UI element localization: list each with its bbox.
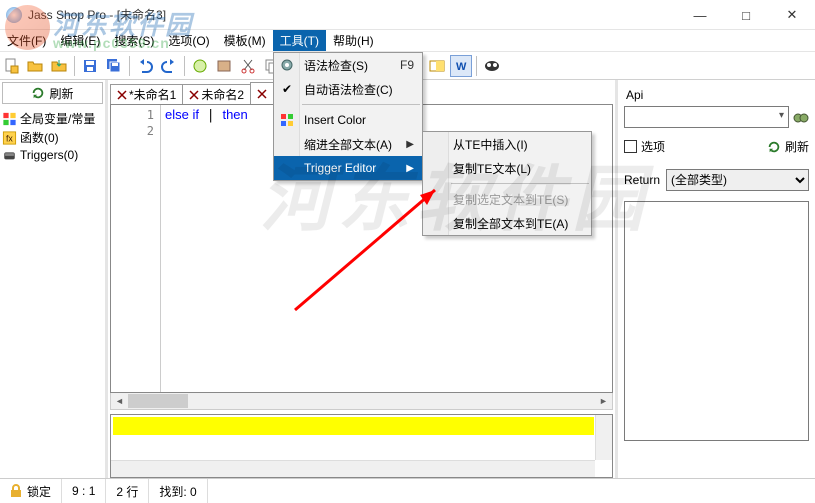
menu-search[interactable]: 搜索(S) <box>107 30 161 51</box>
palette-icon <box>278 111 296 129</box>
api-listbox[interactable] <box>624 201 809 441</box>
help-button[interactable] <box>481 55 503 77</box>
submenu-copy-all-to-te[interactable]: 复制全部文本到TE(A) <box>423 211 591 235</box>
refresh-icon <box>31 86 45 100</box>
output-vscroll[interactable] <box>595 415 612 460</box>
api-combo[interactable]: ▾ <box>624 106 789 128</box>
left-tree[interactable]: 全局变量/常量 fx 函数(0) Triggers(0) <box>0 106 105 478</box>
lock-icon <box>10 484 22 498</box>
status-position: 9 : 1 <box>62 479 106 503</box>
menu-syntax-check[interactable]: 语法检查(S) F9 <box>274 53 422 77</box>
menu-help[interactable]: 帮助(H) <box>326 30 381 51</box>
tool-a-button[interactable] <box>189 55 211 77</box>
tree-triggers[interactable]: Triggers(0) <box>2 147 103 163</box>
return-type-select[interactable]: (全部类型) <box>666 169 809 191</box>
checkbox-icon <box>624 140 637 153</box>
tab-close-icon[interactable] <box>189 90 199 100</box>
menu-indent-all[interactable]: 缩进全部文本(A) ▶ <box>274 132 422 156</box>
binoculars-icon[interactable] <box>793 109 809 125</box>
output-hscroll[interactable] <box>111 460 595 477</box>
option-checkbox[interactable]: 选项 <box>624 138 665 155</box>
status-lines: 2 行 <box>106 479 149 503</box>
tool-b-button[interactable] <box>213 55 235 77</box>
submenu-arrow-icon: ▶ <box>406 139 414 150</box>
minimize-button[interactable]: — <box>677 0 723 30</box>
open-file-button[interactable] <box>24 55 46 77</box>
menu-trigger-editor[interactable]: Trigger Editor ▶ <box>274 156 422 180</box>
menu-template[interactable]: 模板(M) <box>217 30 273 51</box>
maximize-button[interactable]: □ <box>723 0 769 30</box>
svg-text:W: W <box>456 61 467 73</box>
menu-auto-syntax[interactable]: ✔ 自动语法检查(C) <box>274 77 422 101</box>
tree-globals[interactable]: 全局变量/常量 <box>2 109 103 128</box>
api-label: Api <box>626 88 809 102</box>
title-bar: Jass Shop Pro - [未命名3] — □ ✕ <box>0 0 815 30</box>
menu-tools[interactable]: 工具(T) <box>273 30 326 51</box>
window-title: Jass Shop Pro - [未命名3] <box>28 6 166 23</box>
submenu-insert-from-te[interactable]: 从TE中插入(I) <box>423 132 591 156</box>
redo-button[interactable] <box>158 55 180 77</box>
status-found: 找到: 0 <box>149 479 207 503</box>
editor-hscroll[interactable]: ◄ ► <box>110 393 613 410</box>
menu-file[interactable]: 文件(F) <box>0 30 53 51</box>
tab-2[interactable]: 未命名2 <box>182 84 251 104</box>
scroll-thumb[interactable] <box>128 394 188 408</box>
check-icon: ✔ <box>278 80 296 98</box>
right-panel: Api ▾ 选项 刷新 Return (全部类型) <box>615 80 815 478</box>
close-button[interactable]: ✕ <box>769 0 815 30</box>
status-lock: 锁定 <box>0 479 62 503</box>
return-label: Return <box>624 173 660 187</box>
globals-icon <box>2 112 17 126</box>
scroll-left-button[interactable]: ◄ <box>111 393 128 409</box>
tools-menu: 语法检查(S) F9 ✔ 自动语法检查(C) Insert Color 缩进全部… <box>273 52 423 181</box>
import-button[interactable] <box>48 55 70 77</box>
tab-1[interactable]: *未命名1 <box>110 84 183 104</box>
left-refresh-label: 刷新 <box>49 85 73 102</box>
trigger-editor-submenu: 从TE中插入(I) 复制TE文本(L) 复制选定文本到TE(S) 复制全部文本到… <box>422 131 592 236</box>
svg-text:fx: fx <box>6 133 13 143</box>
new-file-button[interactable] <box>0 55 22 77</box>
tree-functions[interactable]: fx 函数(0) <box>2 128 103 147</box>
cut-button[interactable] <box>237 55 259 77</box>
tab-close-icon[interactable] <box>257 89 267 99</box>
submenu-copy-te-text[interactable]: 复制TE文本(L) <box>423 156 591 180</box>
undo-button[interactable] <box>134 55 156 77</box>
right-refresh-button[interactable]: 刷新 <box>767 138 809 155</box>
save-button[interactable] <box>79 55 101 77</box>
submenu-copy-sel-to-te: 复制选定文本到TE(S) <box>423 187 591 211</box>
triggers-icon <box>2 148 17 162</box>
menubar: 文件(F) 编辑(E) 搜索(S) 选项(O) 模板(M) 工具(T) 帮助(H… <box>0 30 815 52</box>
scroll-right-button[interactable]: ► <box>595 393 612 409</box>
toggle-a-button[interactable] <box>426 55 448 77</box>
functions-icon: fx <box>2 131 17 145</box>
menu-insert-color[interactable]: Insert Color <box>274 108 422 132</box>
submenu-arrow-icon: ▶ <box>406 163 414 174</box>
toggle-b-button[interactable]: W <box>450 55 472 77</box>
tab-close-icon[interactable] <box>117 90 127 100</box>
refresh-icon <box>767 140 781 154</box>
line-gutter: 12 <box>111 105 161 392</box>
left-refresh-button[interactable]: 刷新 <box>2 82 103 104</box>
left-panel: 刷新 全局变量/常量 fx 函数(0) Triggers(0) <box>0 80 108 478</box>
save-all-button[interactable] <box>103 55 125 77</box>
app-icon <box>6 7 22 23</box>
gear-icon <box>278 56 296 74</box>
output-panel[interactable] <box>110 414 613 478</box>
output-highlight <box>113 417 594 435</box>
menu-options[interactable]: 选项(O) <box>161 30 216 51</box>
status-bar: 锁定 9 : 1 2 行 找到: 0 <box>0 478 815 503</box>
menu-edit[interactable]: 编辑(E) <box>53 30 107 51</box>
